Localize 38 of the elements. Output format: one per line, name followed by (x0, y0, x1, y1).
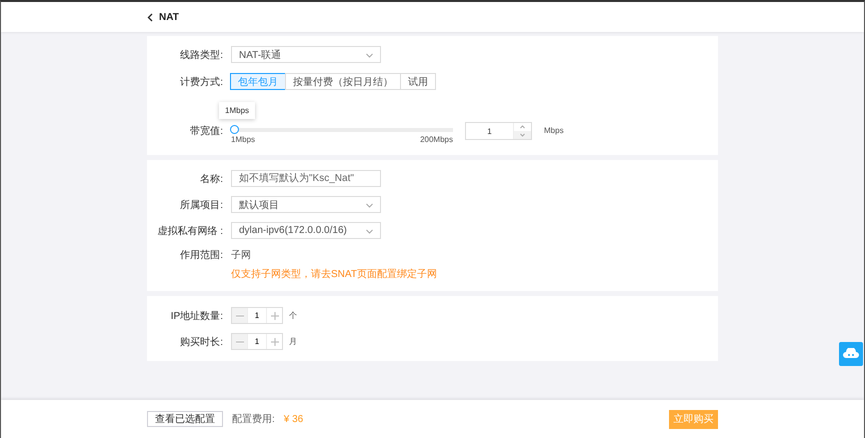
unit-label: 个 (289, 310, 297, 321)
page-title: NAT (159, 12, 179, 22)
unit-label: 月 (289, 336, 297, 347)
quantity-stepper[interactable]: 1 (231, 333, 283, 350)
minus-icon[interactable] (232, 308, 247, 323)
scope-note: 仅支持子网类型，请去SNAT页面配置绑定子网 (231, 268, 438, 281)
field-label: 所属项目: (179, 198, 223, 212)
cost-label: 配置费用: (232, 412, 275, 426)
quantity-stepper[interactable]: 1 (231, 307, 283, 324)
slider-max-label: 200Mbps (420, 135, 453, 144)
field-label: 带宽值: (189, 124, 223, 138)
field-label: 虚拟私有网络 : (156, 224, 223, 238)
price: ¥ 36 (284, 414, 304, 424)
billing-option[interactable]: 试用 (400, 73, 436, 90)
slider-tooltip: 1Mbps (219, 102, 256, 119)
billing-option[interactable]: 按量付费（按日月结） (285, 73, 401, 90)
field-label: 线路类型: (179, 48, 223, 62)
slider-thumb[interactable] (230, 125, 239, 134)
line-type-select[interactable]: NAT-联通 (231, 46, 381, 63)
bandwidth-input[interactable]: 1 (465, 122, 532, 140)
name-input[interactable]: 如不填写默认为"Ksc_Nat" (231, 170, 381, 187)
cloud-icon (843, 348, 859, 360)
field-label: 作用范围: (179, 248, 223, 262)
project-select[interactable]: 默认项目 (231, 196, 381, 213)
bandwidth-slider[interactable] (231, 125, 453, 134)
back-icon[interactable] (147, 12, 153, 22)
field-label: 购买时长: (179, 336, 223, 348)
unit-label: Mbps (544, 126, 564, 135)
support-button[interactable] (839, 342, 863, 366)
scope-value: 子网 (231, 249, 252, 262)
view-config-button[interactable]: 查看已选配置 (147, 411, 223, 427)
minus-icon[interactable] (232, 334, 247, 349)
field-label: 名称: (199, 172, 223, 186)
slider-min-label: 1Mbps (231, 135, 256, 144)
field-label: 计费方式: (179, 76, 223, 88)
decrement-icon[interactable] (514, 131, 531, 139)
vpc-select[interactable]: dylan-ipv6(172.0.0.0/16) (231, 222, 381, 239)
field-label: IP地址数量: (170, 310, 223, 322)
